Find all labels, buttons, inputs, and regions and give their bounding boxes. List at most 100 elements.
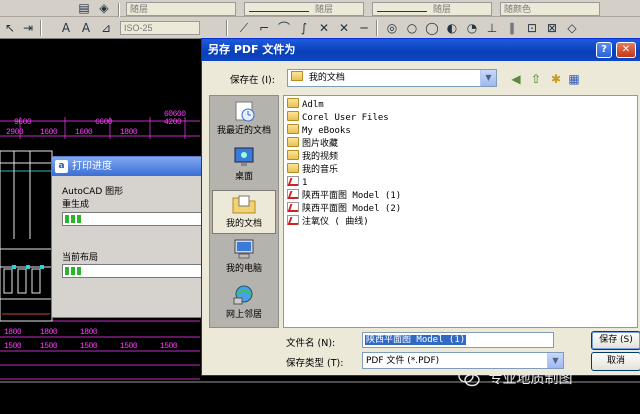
places-bar: 我最近的文档 桌面 我的文档 我的电脑 网上邻居	[209, 95, 279, 328]
place-label: 桌面	[234, 172, 253, 182]
circle-center-icon[interactable]: ◎	[384, 20, 400, 36]
save-button[interactable]: 保存 (S)	[591, 331, 640, 350]
regen-progress-fill	[65, 215, 82, 223]
view-menu-icon[interactable]: ▦	[566, 71, 582, 87]
toolbar-separator	[226, 20, 228, 36]
layers-icon[interactable]: ▤	[76, 0, 92, 16]
pdf-file-icon	[287, 215, 299, 225]
lineweight-combo[interactable]: 随层	[372, 2, 492, 16]
properties-toolbar: ▤ ◈ 随层 随层 随层 随颜色	[0, 0, 640, 19]
layer-combo[interactable]: 随层	[126, 2, 236, 16]
recent-documents-icon	[235, 101, 255, 122]
dimension-text: 1800	[40, 328, 58, 337]
filename-input[interactable]: 陕西平面图 Model (1)	[362, 332, 554, 348]
watermark-text: 专业地质制图	[488, 371, 573, 387]
chevron-down-icon[interactable]: ▼	[480, 70, 496, 86]
file-list[interactable]: Adlm Corel User Files My eBooks 图片收藏 我的视…	[283, 95, 638, 328]
chevron-down-icon[interactable]: ▼	[547, 353, 563, 368]
dimension-text: 6600	[95, 118, 113, 127]
print-progress-titlebar[interactable]: a 打印进度	[52, 157, 202, 176]
cancel-button[interactable]: 取消	[591, 352, 640, 371]
wechat-logo-icon	[458, 369, 480, 387]
progress-layout-label: 当前布局	[62, 253, 99, 263]
text-style-icon[interactable]: A	[58, 20, 74, 36]
layout-progress-bar	[62, 264, 202, 278]
text-style-combo[interactable]: ISO-25	[120, 21, 200, 35]
arc-icon[interactable]: ⌒	[276, 20, 292, 36]
place-my-documents[interactable]: 我的文档	[212, 190, 276, 234]
dimension-text: 1500	[4, 342, 22, 351]
list-item[interactable]: 陕西平面图 Model (2)	[287, 202, 401, 215]
ray-icon[interactable]: ─	[356, 20, 372, 36]
dimension-icon[interactable]: ⇥	[20, 20, 36, 36]
filetype-label: 保存类型 (T):	[286, 358, 344, 369]
list-item[interactable]: Corel User Files	[287, 111, 389, 124]
progress-line-2: 重生成	[62, 200, 90, 210]
place-my-computer[interactable]: 我的电脑	[212, 236, 276, 280]
circle-icon[interactable]: ○	[404, 20, 420, 36]
spline-icon[interactable]: ∫	[296, 20, 312, 36]
parallel-icon[interactable]: ∥	[504, 20, 520, 36]
tangent-icon[interactable]: ◔	[464, 20, 480, 36]
list-item[interactable]: My eBooks	[287, 124, 351, 137]
place-desktop[interactable]: 桌面	[212, 144, 276, 188]
place-network[interactable]: 网上邻居	[212, 282, 276, 326]
polyline-icon[interactable]: ⌐	[256, 20, 272, 36]
list-item[interactable]: 注氧仪 ( 曲线)	[287, 215, 369, 228]
list-item[interactable]: 我的视频	[287, 150, 338, 163]
pointer-icon[interactable]: ↖	[2, 20, 18, 36]
help-button[interactable]: ?	[596, 42, 612, 58]
back-icon[interactable]: ◀	[508, 71, 524, 87]
save-dialog-titlebar[interactable]: 另存 PDF 文件为 ? ✕	[202, 39, 640, 61]
regen-progress-bar	[62, 212, 202, 226]
node-icon[interactable]: ⊠	[544, 20, 560, 36]
filename-label: 文件名 (N):	[286, 338, 336, 349]
list-item[interactable]: Adlm	[287, 98, 324, 111]
file-name: 图片收藏	[302, 139, 339, 149]
list-item[interactable]: 陕西平面图 Model (1)	[287, 189, 401, 202]
save-in-combo[interactable]: 我的文档 ▼	[287, 69, 497, 87]
perpendicular-icon[interactable]: ⊥	[484, 20, 500, 36]
file-name: 1	[302, 178, 308, 188]
folder-icon	[287, 150, 299, 160]
dimension-text: 2900	[6, 128, 24, 137]
filetype-value: PDF 文件 (*.PDF)	[366, 356, 440, 366]
list-item[interactable]: 我的音乐	[287, 163, 338, 176]
up-folder-icon[interactable]: ⇧	[528, 71, 544, 87]
quadrant-icon[interactable]: ◐	[444, 20, 460, 36]
my-documents-icon	[232, 195, 256, 214]
file-name: 陕西平面图 Model (1)	[302, 191, 402, 201]
progress-line-1: AutoCAD 图形	[62, 187, 124, 197]
plot-style-combo[interactable]: 随颜色	[500, 2, 600, 16]
desktop-icon	[234, 147, 254, 166]
nearest-icon[interactable]: ◇	[564, 20, 580, 36]
ellipse-icon[interactable]: ◯	[424, 20, 440, 36]
text-edit-icon[interactable]: A	[78, 20, 94, 36]
list-item[interactable]: 图片收藏	[287, 137, 338, 150]
file-name: Adlm	[302, 100, 324, 110]
linetype-combo[interactable]: 随层	[244, 2, 364, 16]
construction-line-icon[interactable]: ✕	[336, 20, 352, 36]
file-name: 陕西平面图 Model (2)	[302, 204, 402, 214]
list-item[interactable]: 1	[287, 176, 307, 189]
place-recent-documents[interactable]: 我最近的文档	[212, 98, 276, 142]
draw-toolbar: ↖ ⇥ A A ⊿ ISO-25 ⟋ ⌐ ⌒ ∫ ✕ ✕ ─ ◎ ○ ◯ ◐ ◔…	[0, 17, 640, 39]
filetype-combo[interactable]: PDF 文件 (*.PDF) ▼	[362, 352, 564, 369]
toolbar-separator	[376, 20, 378, 36]
dimension-text: 1500	[40, 342, 58, 351]
line-icon[interactable]: ⟋	[236, 20, 252, 36]
folder-icon	[287, 163, 299, 173]
layer-state-icon[interactable]: ◈	[96, 0, 112, 16]
new-folder-icon[interactable]: ✱	[548, 71, 564, 87]
save-pdf-dialog: 另存 PDF 文件为 ? ✕ 保存在 (I): 我的文档 ▼ ◀ ⇧ ✱ ▦ 我…	[201, 38, 640, 376]
pdf-file-icon	[287, 202, 299, 212]
insert-icon[interactable]: ⊡	[524, 20, 540, 36]
linetype-preview	[249, 11, 309, 12]
screen: 60600 9600 6600 4200 2900 1600 1600 1800…	[0, 0, 640, 414]
save-in-label: 保存在 (I):	[230, 75, 275, 86]
layout-progress-fill	[65, 267, 82, 275]
place-label: 我的电脑	[225, 264, 262, 274]
close-button[interactable]: ✕	[616, 42, 636, 58]
xline-icon[interactable]: ✕	[316, 20, 332, 36]
dim-style-icon[interactable]: ⊿	[98, 20, 114, 36]
